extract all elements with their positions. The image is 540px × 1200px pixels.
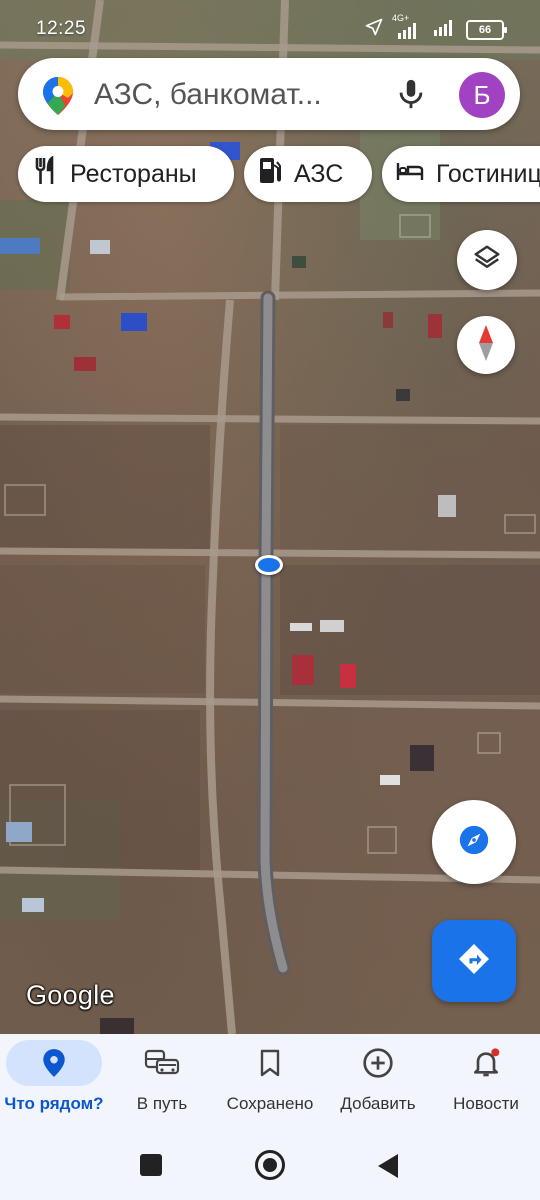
directions-icon <box>456 941 492 982</box>
signal-icon-2 <box>432 16 458 43</box>
microphone-icon[interactable] <box>394 76 428 117</box>
signal-icon: 4G+ <box>392 13 424 41</box>
directions-button[interactable] <box>432 920 516 1002</box>
layers-icon <box>472 243 502 278</box>
bottom-navigation: Что рядом? В путь Сохранено Добавить Нов… <box>0 1034 540 1126</box>
search-bar[interactable]: АЗС, банкомат... Б <box>18 58 520 130</box>
layers-button[interactable] <box>457 230 517 290</box>
commute-icon <box>114 1040 210 1086</box>
status-icons: 4G+ 66 <box>364 13 507 43</box>
bell-icon <box>438 1040 534 1086</box>
search-input[interactable]: АЗС, банкомат... <box>94 78 322 112</box>
chip-restaurants[interactable]: Рестораны <box>18 146 234 202</box>
google-maps-pin-icon <box>42 76 74 121</box>
nav-label: Новости <box>453 1094 519 1113</box>
bookmark-icon <box>222 1040 318 1086</box>
chip-gas-stations[interactable]: АЗС <box>244 146 372 202</box>
google-attribution: Google <box>26 980 115 1010</box>
status-time: 12:25 <box>36 18 87 39</box>
recent-apps-button[interactable] <box>140 1154 162 1176</box>
location-arrow-icon <box>364 17 384 42</box>
navigation-compass-icon <box>457 823 491 862</box>
location-pin-icon <box>6 1040 102 1086</box>
status-bar: 12:25 4G+ 66 <box>0 0 540 56</box>
gas-station-icon <box>258 156 294 193</box>
chip-label: Рестораны <box>70 159 197 188</box>
bed-icon <box>396 159 436 190</box>
back-button[interactable] <box>376 1152 400 1185</box>
chip-hotels[interactable]: Гостиницы <box>382 146 540 202</box>
compass-icon <box>476 323 496 368</box>
account-avatar[interactable]: Б <box>459 72 505 118</box>
home-button[interactable] <box>255 1150 285 1180</box>
chip-label: АЗС <box>294 159 344 188</box>
chip-label: Гостиницы <box>436 159 540 188</box>
compass-button[interactable] <box>457 316 515 374</box>
fork-knife-icon <box>34 155 70 193</box>
battery-indicator: 66 <box>466 19 507 40</box>
my-location-button[interactable] <box>432 800 516 884</box>
add-circle-icon <box>330 1040 426 1086</box>
current-location-marker[interactable] <box>255 555 283 575</box>
system-navigation-bar <box>0 1126 540 1200</box>
nav-updates[interactable]: Новости <box>432 1034 540 1126</box>
